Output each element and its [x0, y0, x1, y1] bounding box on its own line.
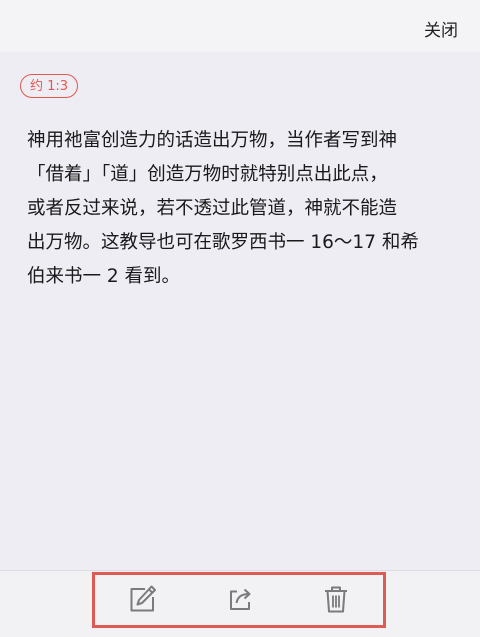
edit-icon — [130, 585, 156, 612]
edit-button[interactable] — [124, 581, 160, 617]
top-bar: 关闭 — [0, 0, 480, 52]
note-text: 神用祂富创造力的话造出万物，当作者写到神 「借着」「道」创造万物时就特别点出此点… — [27, 130, 419, 287]
delete-button[interactable] — [318, 581, 354, 617]
close-button[interactable]: 关闭 — [424, 16, 458, 41]
share-icon — [230, 588, 251, 610]
reference-tag[interactable]: 约 1:3 — [20, 74, 79, 98]
share-button[interactable] — [222, 581, 258, 617]
trash-icon — [325, 586, 347, 613]
